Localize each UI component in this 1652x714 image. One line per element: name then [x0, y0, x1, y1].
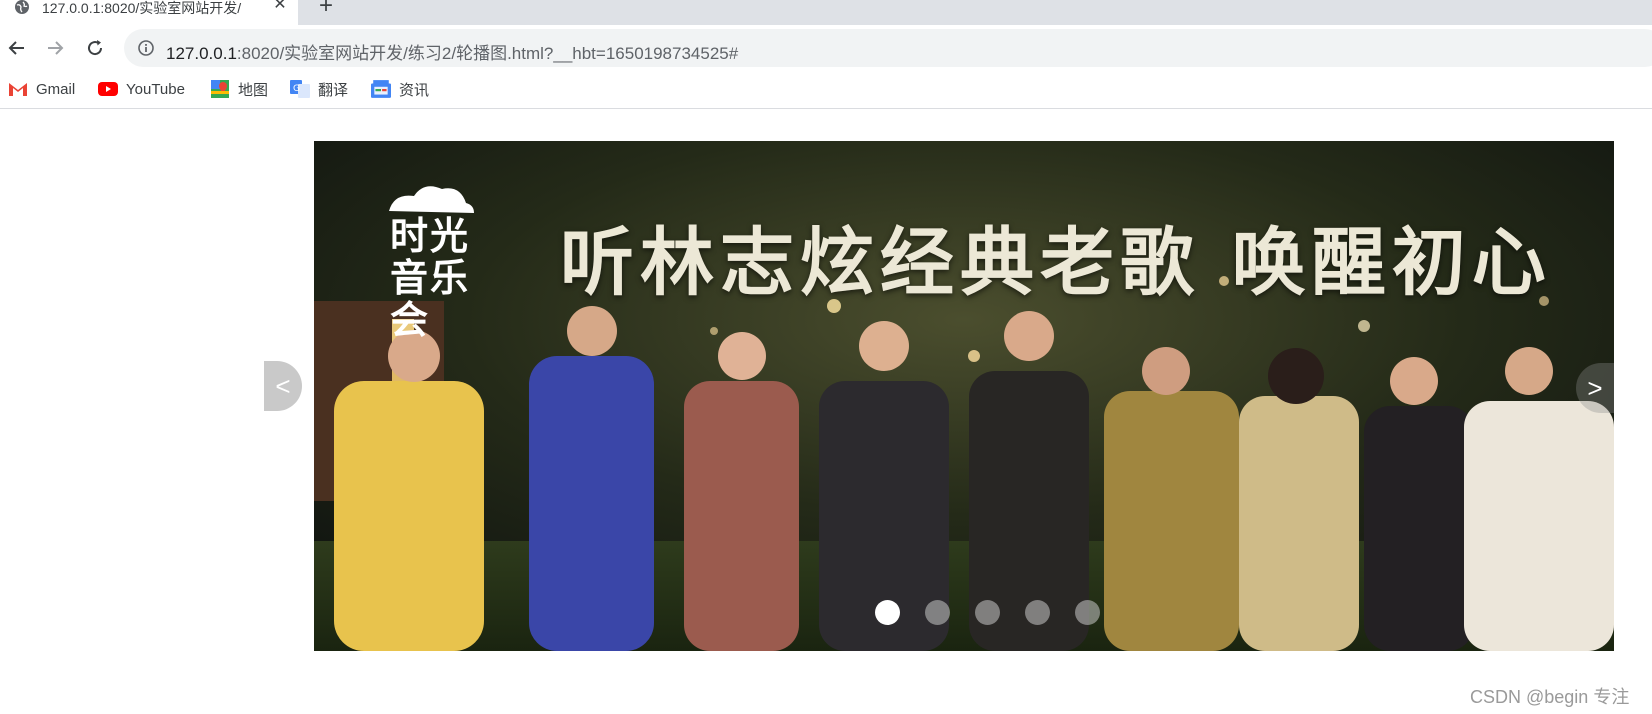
reload-button[interactable] — [80, 33, 110, 63]
tab-strip: 127.0.0.1:8020/实验室网站开发/ ✕ + — [0, 0, 1652, 25]
show-logo: 时光 音乐会 — [390, 215, 476, 341]
carousel-prev-button[interactable]: < — [264, 361, 302, 411]
url-path: :8020/实验室网站开发/练习2/轮播图.html?__hbt=1650198… — [236, 44, 739, 63]
browser-tab[interactable]: 127.0.0.1:8020/实验室网站开发/ ✕ — [0, 0, 298, 25]
svg-text:G: G — [293, 84, 300, 94]
carousel-dot[interactable] — [925, 600, 950, 625]
carousel-dot[interactable] — [1025, 600, 1050, 625]
arrow-left-icon — [8, 41, 24, 55]
close-tab-icon[interactable]: ✕ — [270, 0, 290, 15]
carousel: 时光 音乐会 听林志炫经典老歌 唤醒初心 — [314, 141, 1614, 651]
bookmark-label: 地图 — [238, 81, 269, 99]
csdn-watermark: CSDN @begin 专注 — [1470, 687, 1630, 707]
browser-toolbar: 127.0.0.1:8020/实验室网站开发/练习2/轮播图.html?__hb… — [0, 25, 1652, 70]
bookmark-youtube[interactable]: YouTube — [98, 79, 185, 99]
bookmark-label: YouTube — [126, 80, 185, 98]
youtube-icon — [98, 82, 118, 96]
carousel-indicators — [875, 600, 1125, 626]
forward-button[interactable] — [40, 33, 70, 63]
info-icon[interactable] — [138, 40, 154, 56]
news-icon — [371, 80, 391, 98]
back-button[interactable] — [2, 33, 32, 63]
bookmark-news[interactable]: 资讯 — [371, 79, 429, 99]
globe-icon — [15, 0, 29, 14]
url-host: 127.0.0.1 — [166, 44, 237, 63]
bookmark-gmail[interactable]: Gmail — [8, 79, 75, 99]
bookmark-translate[interactable]: G 翻译 — [290, 79, 348, 99]
slide-heading: 听林志炫经典老歌 唤醒初心 — [560, 220, 1552, 306]
address-bar[interactable]: 127.0.0.1:8020/实验室网站开发/练习2/轮播图.html?__hb… — [124, 29, 1652, 67]
bookmark-maps[interactable]: 地图 — [210, 79, 268, 99]
gmail-icon — [9, 83, 27, 96]
new-tab-button[interactable]: + — [314, 0, 338, 18]
logo-line: 音乐会 — [390, 256, 471, 342]
url-text[interactable]: 127.0.0.1:8020/实验室网站开发/练习2/轮播图.html?__hb… — [166, 39, 738, 64]
carousel-dot[interactable] — [875, 600, 900, 625]
bookmark-label: 翻译 — [318, 81, 349, 99]
logo-line: 时光 — [390, 214, 471, 258]
carousel-dot[interactable] — [1075, 600, 1100, 625]
tab-title: 127.0.0.1:8020/实验室网站开发/ — [42, 0, 242, 16]
reload-icon — [88, 40, 103, 56]
maps-icon — [211, 80, 229, 98]
bookmark-label: 资讯 — [399, 81, 430, 99]
bookmarks-bar: Gmail YouTube 地图 G 翻译 资讯 — [0, 70, 1652, 109]
carousel-dot[interactable] — [975, 600, 1000, 625]
arrow-right-icon — [48, 41, 64, 55]
translate-icon: G — [290, 80, 310, 98]
bookmark-label: Gmail — [36, 80, 76, 98]
